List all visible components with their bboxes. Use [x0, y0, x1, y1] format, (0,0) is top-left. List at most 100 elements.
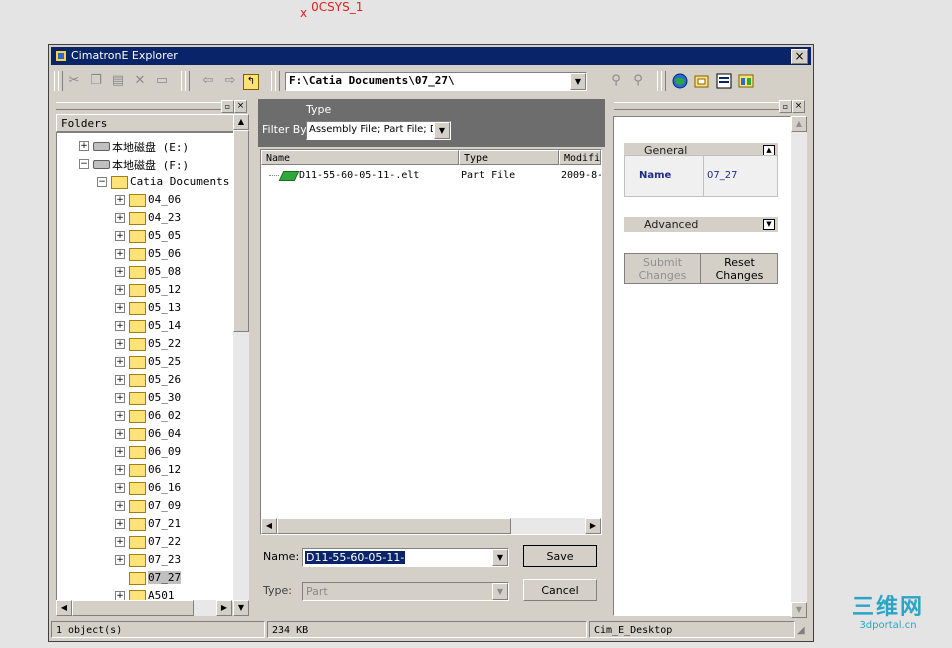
new-folder-icon[interactable]: ▭	[153, 72, 171, 90]
properties-icon[interactable]	[715, 72, 733, 90]
column-header-type[interactable]: Type	[459, 150, 559, 165]
folder-tree-item[interactable]: +06_16	[57, 479, 233, 497]
toolbar-grip[interactable]	[58, 71, 63, 91]
expand-icon[interactable]: +	[115, 429, 125, 439]
folder-tree-item[interactable]: +04_06	[57, 191, 233, 209]
folder-view-icon[interactable]	[693, 72, 711, 90]
column-header-name[interactable]: Name	[261, 150, 459, 165]
expand-icon[interactable]: +	[115, 465, 125, 475]
expand-icon[interactable]: +	[115, 537, 125, 547]
folder-tree-item[interactable]: +05_08	[57, 263, 233, 281]
expand-icon[interactable]: +	[115, 267, 125, 277]
expand-icon[interactable]: +	[115, 447, 125, 457]
up-folder-icon[interactable]: ↰	[243, 74, 259, 90]
folder-tree-item[interactable]: +06_09	[57, 443, 233, 461]
panel-restore-icon[interactable]: ▫	[221, 100, 234, 113]
scroll-left-icon[interactable]: ◀	[261, 518, 277, 534]
copy-icon[interactable]: ❐	[87, 72, 105, 90]
folder-tree-item[interactable]: − Catia Documents	[57, 173, 233, 191]
scroll-thumb[interactable]	[277, 518, 511, 534]
folder-tree-item[interactable]: +05_12	[57, 281, 233, 299]
scroll-left-icon[interactable]: ◀	[56, 600, 72, 616]
globe-icon[interactable]	[671, 72, 689, 90]
panel-close-icon[interactable]: ×	[792, 100, 805, 113]
expand-icon[interactable]: +	[115, 483, 125, 493]
path-combobox[interactable]: F:\Catia Documents\07_27\ ▼	[285, 72, 587, 91]
folder-tree-item[interactable]: +05_06	[57, 245, 233, 263]
expand-icon[interactable]: +	[115, 249, 125, 259]
submit-changes-button[interactable]: Submit Changes	[625, 254, 701, 283]
properties-vscrollbar[interactable]: ▲ ▼	[791, 116, 807, 618]
scroll-right-icon[interactable]: ▶	[216, 600, 232, 616]
type-select[interactable]: Part ▼	[302, 582, 509, 601]
collapse-icon[interactable]: −	[79, 159, 89, 169]
scroll-up-icon[interactable]: ▲	[233, 114, 249, 130]
panel-close-icon[interactable]: ×	[234, 100, 247, 113]
expand-icon[interactable]: +	[115, 285, 125, 295]
folder-tree-item[interactable]: − 本地磁盘 (F:)	[57, 155, 233, 173]
column-header-modified[interactable]: Modifi	[559, 150, 601, 165]
panel-grip[interactable]	[614, 102, 779, 110]
folder-tree-item[interactable]: +05_26	[57, 371, 233, 389]
find-icon[interactable]: ⚲	[607, 72, 625, 90]
file-list[interactable]: Name Type Modifi D11-55-60-05-11-.elt Pa…	[260, 149, 602, 535]
expand-icon[interactable]: +	[115, 411, 125, 421]
folder-tree-item[interactable]: +06_02	[57, 407, 233, 425]
folder-tree-item[interactable]: +04_23	[57, 209, 233, 227]
delete-icon[interactable]: ✕	[131, 72, 149, 90]
resize-grip-icon[interactable]: ◢	[797, 625, 809, 637]
folder-tree-item[interactable]: + 本地磁盘 (E:)	[57, 137, 233, 155]
expand-icon[interactable]: +	[115, 339, 125, 349]
folder-tree-vscrollbar[interactable]: ▲ ▼	[233, 114, 249, 616]
expand-icon[interactable]: +	[115, 501, 125, 511]
file-row[interactable]: D11-55-60-05-11-.elt Part File 2009-8-	[269, 168, 601, 184]
scroll-right-icon[interactable]: ▶	[585, 518, 601, 534]
layout-icon[interactable]	[737, 72, 755, 90]
find-next-icon[interactable]: ⚲	[629, 72, 647, 90]
expand-icon[interactable]: +	[115, 555, 125, 565]
toolbar-grip[interactable]	[275, 71, 280, 91]
folder-tree-item[interactable]: +07_21	[57, 515, 233, 533]
folder-tree-item[interactable]: 07_27	[57, 569, 233, 587]
expand-icon[interactable]: +	[115, 393, 125, 403]
chevron-down-icon[interactable]: ▼	[492, 549, 508, 566]
scroll-up-icon[interactable]: ▲	[791, 116, 807, 132]
back-icon[interactable]: ⇦	[199, 72, 217, 90]
toolbar-grip[interactable]	[661, 71, 666, 91]
expand-icon[interactable]: +	[115, 213, 125, 223]
folder-tree-item[interactable]: +07_22	[57, 533, 233, 551]
scroll-down-icon[interactable]: ▼	[233, 600, 249, 616]
scroll-thumb[interactable]	[233, 130, 249, 332]
forward-icon[interactable]: ⇨	[221, 72, 239, 90]
collapse-icon[interactable]: −	[97, 177, 107, 187]
folder-tree-item[interactable]: +06_04	[57, 425, 233, 443]
expand-icon[interactable]: +	[115, 231, 125, 241]
expand-icon[interactable]: +	[115, 519, 125, 529]
folder-tree-item[interactable]: +05_05	[57, 227, 233, 245]
folder-tree-item[interactable]: +07_23	[57, 551, 233, 569]
title-bar[interactable]: CimatronE Explorer ×	[51, 47, 811, 65]
reset-changes-button[interactable]: Reset Changes	[702, 254, 777, 283]
toolbar-grip[interactable]	[185, 71, 190, 91]
folder-tree-hscrollbar[interactable]: ◀ ▶	[56, 600, 232, 616]
expand-icon[interactable]: +	[79, 141, 89, 151]
folder-tree-item[interactable]: +05_25	[57, 353, 233, 371]
chevron-down-icon[interactable]: ▼	[434, 122, 450, 139]
folder-tree-item[interactable]: +07_09	[57, 497, 233, 515]
file-list-hscrollbar[interactable]: ◀ ▶	[261, 518, 601, 534]
window-close-button[interactable]: ×	[791, 49, 808, 64]
filter-select[interactable]: Assembly File; Part File; Dr ▼	[306, 121, 451, 140]
expand-icon[interactable]: +	[115, 195, 125, 205]
folder-tree-item[interactable]: +05_13	[57, 299, 233, 317]
folder-tree[interactable]: + 本地磁盘 (E:) − 本地磁盘 (F:) − Catia Documents +04_…	[56, 132, 234, 602]
folder-tree-item[interactable]: +06_12	[57, 461, 233, 479]
name-input[interactable]: D11-55-60-05-11- ▼	[302, 548, 509, 567]
folder-tree-item[interactable]: +05_14	[57, 317, 233, 335]
panel-restore-icon[interactable]: ▫	[779, 100, 792, 113]
folder-tree-item[interactable]: +05_22	[57, 335, 233, 353]
chevron-down-icon[interactable]: ▼	[492, 583, 508, 600]
scroll-down-icon[interactable]: ▼	[791, 602, 807, 618]
cut-icon[interactable]: ✂	[65, 72, 83, 90]
chevron-down-icon[interactable]: ▼	[570, 73, 586, 90]
advanced-section-header[interactable]: Advanced ▼	[624, 217, 778, 232]
